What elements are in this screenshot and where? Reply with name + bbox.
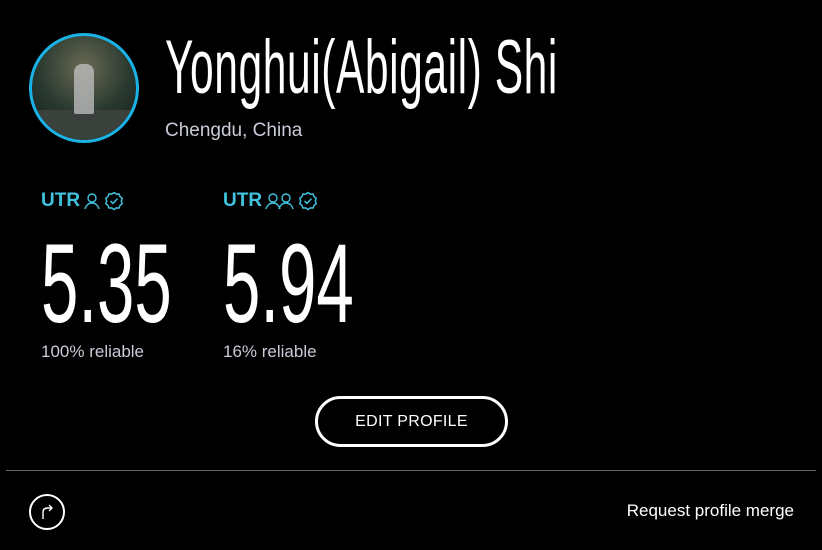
- avatar-photo-court: [32, 110, 136, 140]
- utr-singles-value: 5.35: [41, 221, 172, 346]
- utr-doubles-value: 5.94: [223, 221, 354, 346]
- singles-person-icon: [84, 193, 100, 210]
- utr-label: UTR: [41, 190, 81, 211]
- avatar-photo-player: [74, 64, 94, 114]
- verified-badge-icon: [298, 191, 318, 211]
- utr-doubles: UTR 5.94 16% reliable: [223, 190, 441, 362]
- doubles-people-icon: [265, 193, 294, 210]
- divider: [6, 470, 816, 471]
- profile-avatar[interactable]: [29, 33, 139, 143]
- share-arrow-icon: [42, 504, 53, 519]
- verified-badge-icon: [104, 191, 124, 211]
- request-profile-merge-link[interactable]: Request profile merge: [627, 501, 794, 521]
- edit-profile-button[interactable]: EDIT PROFILE: [315, 396, 508, 447]
- profile-location: Chengdu, China: [165, 120, 303, 141]
- utr-label: UTR: [223, 190, 263, 211]
- share-button[interactable]: [29, 494, 65, 530]
- profile-name: Yonghui(Abigail) Shi: [165, 25, 558, 110]
